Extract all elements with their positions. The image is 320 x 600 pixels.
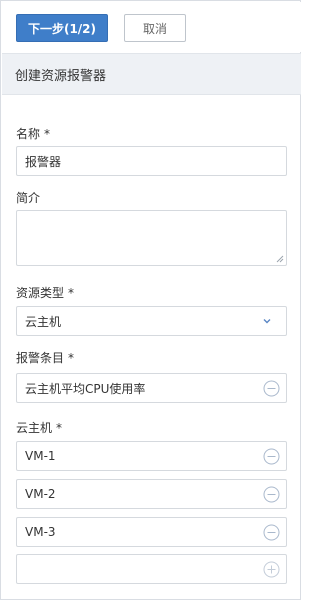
description-textarea[interactable]	[16, 210, 287, 266]
resource-type-select[interactable]: 云主机	[16, 306, 287, 336]
next-step-button[interactable]: 下一步(1/2)	[16, 14, 108, 42]
plus-circle-icon[interactable]	[263, 561, 280, 578]
alarm-item-field[interactable]: 云主机平均CPU使用率	[16, 373, 287, 403]
resource-type-label-text: 资源类型	[16, 286, 65, 300]
vm-add-row[interactable]	[16, 554, 287, 584]
vm-item[interactable]: VM-1	[16, 441, 287, 471]
resource-type-label: 资源类型 *	[16, 284, 74, 301]
name-label: 名称 *	[16, 125, 50, 142]
vm-item-label: VM-1	[25, 449, 56, 463]
alarm-item-label-text: 报警条目	[16, 351, 65, 365]
required-mark: *	[68, 286, 75, 300]
minus-circle-icon[interactable]	[263, 448, 280, 465]
vm-label: 云主机 *	[16, 419, 62, 436]
minus-circle-icon[interactable]	[263, 486, 280, 503]
dialog-panel: 下一步(1/2) 取消 创建资源报警器 名称 * 报警器 简介 资源类型 * 云主机…	[0, 0, 301, 600]
vm-item[interactable]: VM-2	[16, 479, 287, 509]
chevron-down-icon	[263, 319, 271, 324]
cancel-button[interactable]: 取消	[124, 14, 186, 42]
description-label: 简介	[16, 191, 41, 205]
alarm-item-value: 云主机平均CPU使用率	[25, 381, 146, 396]
name-input[interactable]: 报警器	[16, 146, 287, 176]
resource-type-value: 云主机	[25, 314, 62, 329]
toolbar: 下一步(1/2) 取消	[2, 2, 301, 52]
name-input-value: 报警器	[25, 154, 62, 169]
name-label-text: 名称	[16, 127, 41, 141]
required-mark: *	[56, 421, 63, 435]
minus-circle-icon[interactable]	[263, 524, 280, 541]
form-title: 创建资源报警器	[2, 53, 301, 95]
minus-circle-icon[interactable]	[263, 380, 280, 397]
resize-grip-icon[interactable]	[276, 255, 284, 263]
required-mark: *	[68, 351, 75, 365]
alarm-item-label: 报警条目 *	[16, 349, 74, 366]
vm-label-text: 云主机	[16, 421, 53, 435]
vm-item-label: VM-2	[25, 487, 56, 501]
vm-item[interactable]: VM-3	[16, 517, 287, 547]
required-mark: *	[44, 127, 51, 141]
vm-item-label: VM-3	[25, 525, 56, 539]
